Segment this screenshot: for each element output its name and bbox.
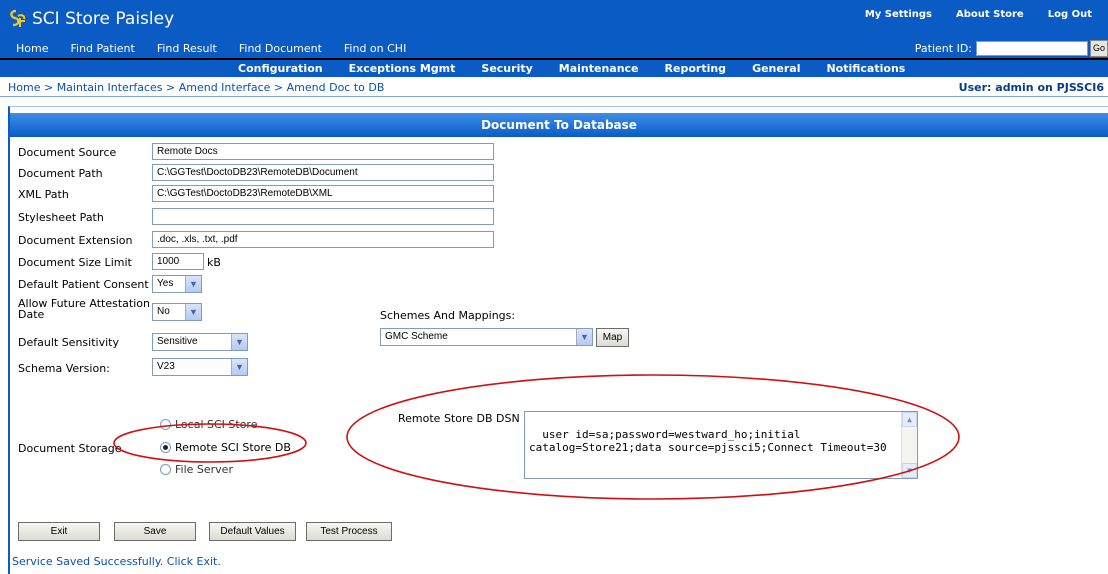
allow-future-attestation-label: Allow Future Attestation Date [18, 298, 150, 320]
radio-button-selected[interactable] [160, 442, 171, 453]
schema-version-value: V23 [157, 361, 175, 372]
future-attestation-value: No [157, 306, 170, 317]
default-patient-consent-label: Default Patient Consent [18, 278, 149, 291]
schema-version-select[interactable]: V23 ▼ [152, 358, 248, 376]
nav-security[interactable]: Security [481, 62, 532, 75]
patient-consent-select[interactable]: Yes ▼ [152, 275, 202, 293]
patient-consent-value: Yes [157, 278, 174, 289]
patient-id-label: Patient ID: [914, 41, 972, 55]
nav-maintenance[interactable]: Maintenance [559, 62, 639, 75]
secondary-nav: Configuration Exceptions Mgmt Security M… [0, 60, 1108, 77]
chevron-down-icon[interactable]: ▼ [185, 304, 201, 320]
nav-home[interactable]: Home [0, 42, 59, 55]
breadcrumb[interactable]: Home > Maintain Interfaces > Amend Inter… [8, 81, 384, 94]
go-button[interactable]: Go [1090, 39, 1108, 57]
sci-logo-icon [6, 8, 28, 30]
app-title: SCI Store Paisley [6, 7, 174, 31]
document-extension-input[interactable]: .doc, .xls, .txt, .pdf [152, 231, 494, 248]
nav-reporting[interactable]: Reporting [665, 62, 727, 75]
status-message: Service Saved Successfully. Click Exit. [12, 555, 221, 568]
chevron-down-icon[interactable]: ▼ [576, 329, 592, 345]
nav-configuration[interactable]: Configuration [238, 62, 323, 75]
document-source-label: Document Source [18, 146, 117, 159]
document-extension-label: Document Extension [18, 234, 133, 247]
nav-general[interactable]: General [752, 62, 800, 75]
radio-file-server[interactable]: File Server [160, 463, 233, 476]
future-attestation-select[interactable]: No ▼ [152, 303, 202, 321]
test-process-button[interactable]: Test Process [306, 522, 392, 541]
textarea-scrollbar[interactable]: ▲ ▼ [901, 412, 917, 478]
patient-id-input[interactable] [976, 40, 1088, 56]
schema-version-label: Schema Version: [18, 362, 110, 375]
allow-future-attestation-label-line2: Date [18, 308, 45, 321]
default-values-button[interactable]: Default Values [209, 522, 296, 541]
chevron-down-icon[interactable]: ▼ [231, 334, 247, 350]
app-title-text: SCI Store Paisley [32, 9, 175, 29]
radio-local-label: Local SCI Store [175, 418, 258, 431]
remote-dsn-value: user id=sa;password=westward_ho;initial … [529, 428, 887, 454]
map-button[interactable]: Map [596, 328, 629, 347]
radio-button[interactable] [160, 464, 171, 475]
save-button[interactable]: Save [114, 522, 196, 541]
xml-path-input[interactable]: C:\GGTest\DoctoDB23\RemoteDB\XML [152, 185, 494, 202]
scroll-down-icon[interactable]: ▼ [902, 463, 917, 478]
section-title: Document To Database [10, 113, 1108, 137]
my-settings-link[interactable]: My Settings [857, 9, 940, 20]
radio-remote-label: Remote SCI Store DB [175, 441, 291, 454]
sensitivity-select[interactable]: Sensitive ▼ [152, 333, 248, 351]
schemes-label: Schemes And Mappings: [380, 309, 516, 322]
patient-id-search: Patient ID: Go [915, 38, 1108, 58]
stylesheet-path-label: Stylesheet Path [18, 211, 104, 224]
radio-button[interactable] [160, 419, 171, 430]
nav-find-on-chi[interactable]: Find on CHI [333, 42, 417, 55]
radio-remote-sci-store-db[interactable]: Remote SCI Store DB [160, 441, 291, 454]
document-storage-label: Document Storage [18, 442, 122, 455]
schemes-value: GMC Scheme [385, 331, 448, 342]
stylesheet-path-input[interactable] [152, 208, 494, 225]
scroll-up-icon[interactable]: ▲ [902, 412, 917, 427]
default-sensitivity-label: Default Sensitivity [18, 336, 119, 349]
document-size-limit-label: Document Size Limit [18, 256, 132, 269]
chevron-down-icon[interactable]: ▼ [185, 276, 201, 292]
schemes-select[interactable]: GMC Scheme ▼ [380, 328, 593, 346]
document-source-input[interactable]: Remote Docs [152, 143, 494, 160]
breadcrumb-divider [0, 96, 1108, 97]
document-path-label: Document Path [18, 167, 103, 180]
nav-find-document[interactable]: Find Document [228, 42, 333, 55]
top-links: My Settings About Store Log Out [857, 9, 1108, 20]
xml-path-label: XML Path [18, 188, 69, 201]
radio-local-sci-store[interactable]: Local SCI Store [160, 418, 257, 431]
user-info: User: admin on PJSSCI6 [958, 81, 1104, 94]
document-size-limit-input[interactable]: 1000 [152, 253, 204, 270]
about-store-link[interactable]: About Store [948, 9, 1032, 20]
chevron-down-icon[interactable]: ▼ [231, 359, 247, 375]
document-path-input[interactable]: C:\GGTest\DoctoDB23\RemoteDB\Document [152, 164, 494, 181]
log-out-link[interactable]: Log Out [1040, 9, 1100, 20]
sensitivity-value: Sensitive [157, 336, 198, 347]
nav-exceptions-mgmt[interactable]: Exceptions Mgmt [349, 62, 456, 75]
remote-dsn-textarea[interactable]: user id=sa;password=westward_ho;initial … [524, 411, 918, 479]
remote-dsn-label: Remote Store DB DSN [398, 412, 520, 425]
nav-notifications[interactable]: Notifications [826, 62, 905, 75]
size-unit-label: kB [207, 256, 221, 269]
nav-find-patient[interactable]: Find Patient [59, 42, 145, 55]
radio-file-server-label: File Server [175, 463, 233, 476]
exit-button[interactable]: Exit [18, 522, 100, 541]
nav-find-result[interactable]: Find Result [146, 42, 228, 55]
